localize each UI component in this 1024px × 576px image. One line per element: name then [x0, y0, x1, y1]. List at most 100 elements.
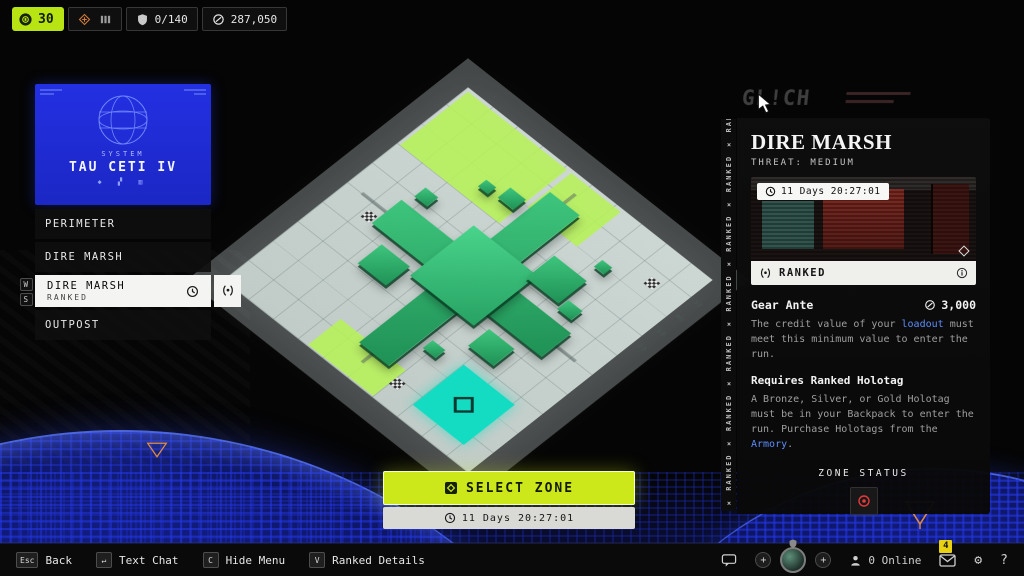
player-level-badge[interactable]: 30 — [12, 7, 64, 31]
hint-hide-menu[interactable]: C Hide Menu — [203, 552, 286, 568]
key-hints: W S — [20, 278, 33, 306]
map-structure — [414, 188, 438, 207]
hint-text-chat-label: Text Chat — [119, 554, 179, 567]
hint-hide-menu-label: Hide Menu — [226, 554, 286, 567]
player-level: 30 — [38, 12, 54, 27]
player-emblem-icon — [18, 12, 33, 27]
system-label: SYSTEM — [35, 150, 211, 158]
select-zone-group: SELECT ZONE 11 Days 20:27:01 — [383, 471, 635, 529]
gear-ante-label: Gear Ante — [751, 298, 813, 312]
select-zone-button[interactable]: SELECT ZONE — [383, 471, 635, 505]
zone-title: DIRE MARSH — [751, 130, 976, 155]
key-w: W — [20, 278, 33, 291]
party-badge-icon — [788, 538, 798, 549]
zone-item-outpost[interactable]: OUTPOST — [35, 310, 211, 340]
invite-left-button[interactable]: + — [755, 552, 771, 568]
credits-value: 287,050 — [231, 13, 277, 26]
zone-status-section: ZONE STATUS — [751, 468, 976, 515]
credits-indicator[interactable]: 287,050 — [202, 7, 287, 31]
party-widget: + + — [755, 547, 831, 573]
map-structure — [358, 244, 410, 285]
help-icon[interactable]: ? — [1000, 553, 1008, 568]
player-avatar[interactable] — [780, 547, 806, 573]
select-zone-label: SELECT ZONE — [466, 481, 574, 496]
capacity-value: 0/140 — [155, 13, 188, 26]
beacon-icon — [78, 13, 91, 26]
zone-countdown-value: 11 Days 20:27:01 — [462, 513, 574, 524]
hint-back[interactable]: Esc Back — [16, 552, 72, 568]
map-structure — [594, 260, 612, 274]
zone-item-label: DIRE MARSH — [47, 280, 125, 293]
ranked-mode-label: RANKED — [779, 267, 826, 279]
system-card: SYSTEM TAU CETI IV ◆ ▞ ▥ — [35, 84, 211, 205]
bottom-action-bar: Esc Back ↵ Text Chat C Hide Menu V Ranke… — [0, 543, 1024, 576]
gear-ante-row: Gear Ante 3,000 — [751, 298, 976, 312]
credits-icon — [924, 299, 936, 311]
waypoint-triangle-left — [146, 440, 168, 460]
glitch-logo-text: GL!CH — [741, 86, 812, 110]
clock-icon — [765, 186, 776, 197]
zone-timer-pill: 11 Days 20:27:01 — [757, 183, 889, 200]
zone-detail-panel: DIRE MARSH THREAT: MEDIUM 11 Days 20:27:… — [737, 118, 990, 514]
zone-status-label: ZONE STATUS — [751, 468, 976, 479]
gear-ante-description: The credit value of your loadout must me… — [751, 317, 976, 362]
mail-badge: 4 — [939, 540, 952, 553]
hint-ranked-details[interactable]: V Ranked Details — [309, 552, 425, 568]
ranked-icon — [759, 267, 772, 280]
chat-bubble-icon[interactable] — [721, 553, 737, 568]
clock-icon — [444, 512, 456, 524]
zone-map-3d[interactable]: 31 MU 10 23 — [238, 75, 698, 485]
holotag-title: Requires Ranked Holotag — [751, 374, 976, 387]
selected-cell-marker[interactable] — [413, 365, 515, 445]
social-cluster: + + 0 Online 4 — [721, 547, 1008, 573]
ranked-mode-bar[interactable]: RANKED — [751, 261, 976, 285]
status-target-icon — [857, 494, 871, 508]
card-decor-right — [184, 89, 206, 99]
key-v: V — [309, 552, 325, 568]
person-icon — [849, 554, 862, 567]
key-enter: ↵ — [96, 552, 112, 568]
key-esc: Esc — [16, 552, 38, 568]
settings-gear-icon[interactable]: ⚙ — [974, 553, 982, 568]
zone-item-sublabel: RANKED — [47, 293, 125, 303]
invite-right-button[interactable]: + — [815, 552, 831, 568]
armory-link[interactable]: Armory — [751, 439, 787, 450]
loadout-link[interactable]: loadout — [902, 319, 944, 330]
system-card-icons: ◆ ▞ ▥ — [35, 178, 211, 186]
map-edge-label: 31 — [691, 299, 704, 309]
online-counter[interactable]: 0 Online — [849, 554, 921, 567]
columns-icon — [99, 13, 112, 26]
hint-text-chat[interactable]: ↵ Text Chat — [96, 552, 179, 568]
hud-mini-icons[interactable] — [68, 7, 122, 31]
mail-button[interactable]: 4 — [939, 554, 956, 567]
zone-sidebar: SYSTEM TAU CETI IV ◆ ▞ ▥ PERIMETER DIRE … — [35, 84, 211, 340]
map-structure — [526, 255, 587, 303]
map-structure — [557, 300, 582, 320]
zone-item-dire-marsh-ranked[interactable]: W S DIRE MARSH RANKED — [35, 275, 211, 307]
globe-wireframe-icon — [87, 92, 159, 148]
zone-item-label: OUTPOST — [45, 319, 100, 331]
holotag-description: A Bronze, Silver, or Gold Holotag must b… — [751, 392, 976, 452]
zone-item-perimeter[interactable]: PERIMETER — [35, 209, 211, 239]
map-plane: 31 MU 10 23 — [223, 87, 712, 473]
key-s: S — [20, 293, 33, 306]
key-c: C — [203, 552, 219, 568]
hint-ranked-details-label: Ranked Details — [332, 554, 425, 567]
card-decor-left — [40, 89, 62, 99]
map-edge-label: MU — [673, 313, 686, 323]
zone-countdown: 11 Days 20:27:01 — [383, 507, 635, 529]
glitch-logo: GL!CH — [741, 86, 812, 110]
threat-level: THREAT: MEDIUM — [751, 158, 976, 168]
top-hud-bar: 30 0/140 287,050 — [12, 7, 287, 31]
map-edge-label: 10 — [655, 328, 668, 338]
zone-status-indicator[interactable] — [850, 487, 878, 515]
zone-item-dire-marsh[interactable]: DIRE MARSH — [35, 242, 211, 272]
hint-back-label: Back — [45, 554, 72, 567]
zone-marker-icon — [444, 481, 458, 495]
shield-icon — [136, 13, 149, 26]
info-icon[interactable] — [956, 267, 968, 279]
clock-icon — [186, 285, 199, 298]
gear-ante-value: 3,000 — [941, 298, 976, 312]
capacity-indicator[interactable]: 0/140 — [126, 7, 198, 31]
map-edge-label: 23 — [636, 342, 649, 352]
